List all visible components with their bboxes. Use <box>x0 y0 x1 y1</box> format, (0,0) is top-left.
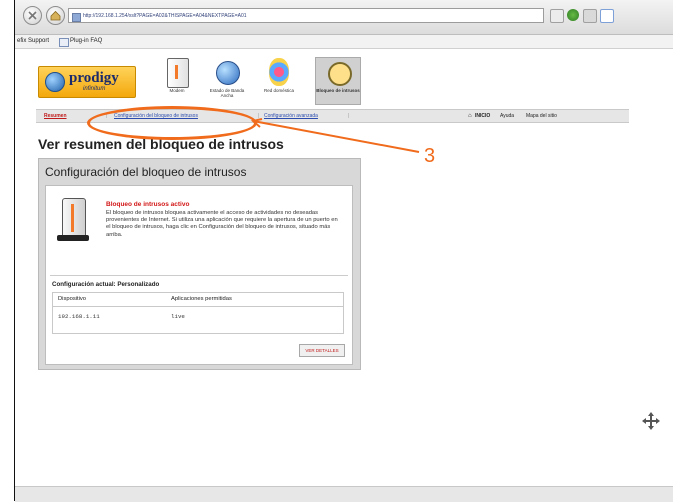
browser-toolbar: http://192.168.1.254/xslt?PAGE=A02&THISP… <box>15 0 673 35</box>
status-title: Bloqueo de intrusos activo <box>106 201 190 208</box>
page-favicon <box>72 13 81 22</box>
divider <box>50 275 348 276</box>
status-bar <box>15 486 673 502</box>
address-bar[interactable]: http://192.168.1.254/xslt?PAGE=A02&THISP… <box>68 8 544 23</box>
divider <box>53 306 343 307</box>
toolbar-icons <box>550 8 620 23</box>
stop-button[interactable] <box>23 6 42 25</box>
view-details-button[interactable]: VER DETALLES <box>299 344 345 357</box>
home-button[interactable] <box>46 6 65 25</box>
status-description: El bloqueo de intrusos bloquea activamen… <box>106 210 338 238</box>
stop-icon <box>28 11 37 20</box>
move-cursor-icon <box>642 412 660 430</box>
annotation-step-number: 3 <box>424 145 436 167</box>
bookmarks-bar: efix Support Plug-in FAQ <box>15 35 673 49</box>
home-icon <box>50 10 61 21</box>
panel-title: Configuración del bloqueo de intrusos <box>45 165 247 179</box>
bookmark-plugin-faq[interactable]: Plug-in FAQ <box>70 35 102 48</box>
bookmark-page-icon <box>59 38 69 47</box>
menu-icon[interactable] <box>583 9 597 23</box>
table-header: Aplicaciones permitidas <box>171 296 232 302</box>
search-icon[interactable] <box>600 9 614 23</box>
current-config-label: Configuración actual: Personalizado <box>52 281 160 288</box>
dropdown-icon[interactable] <box>550 9 564 23</box>
go-icon[interactable] <box>567 9 579 21</box>
intruder-config-panel: Configuración del bloqueo de intrusos Bl… <box>38 158 361 370</box>
address-bar-url: http://192.168.1.254/xslt?PAGE=A02&THISP… <box>83 13 247 19</box>
table-header: Dispositivo <box>58 296 87 302</box>
allowed-apps-table: Dispositivo Aplicaciones permitidas 192.… <box>52 292 344 334</box>
table-cell-device: 192.168.1.11 <box>58 313 100 320</box>
modem-device-icon <box>57 198 89 241</box>
table-cell-apps: live <box>171 313 185 320</box>
bookmark-efix-support[interactable]: efix Support <box>17 35 49 48</box>
page-content: prodigy infinitum Modem Estado de Banda … <box>15 49 673 502</box>
panel-body: Bloqueo de intrusos activo El bloqueo de… <box>45 185 353 365</box>
browser-window: http://192.168.1.254/xslt?PAGE=A02&THISP… <box>14 0 673 502</box>
